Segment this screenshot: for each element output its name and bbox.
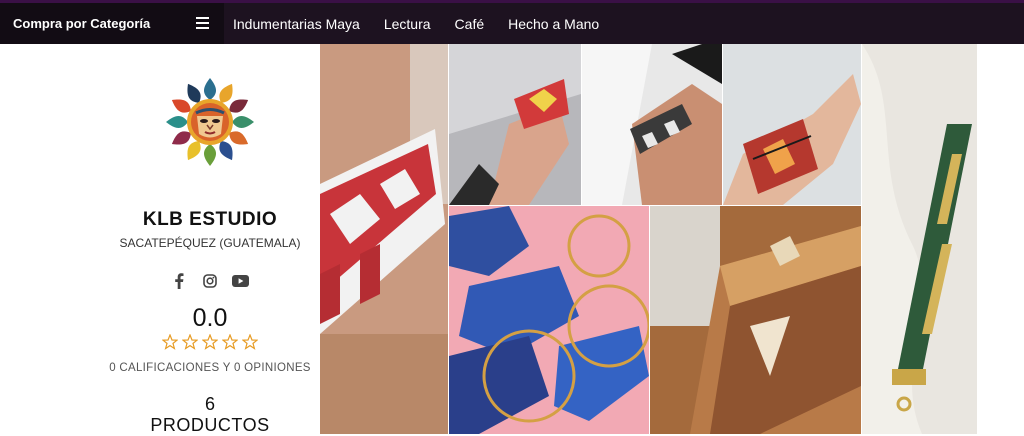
right-margin [977, 44, 1024, 434]
nav-link-hecho-a-mano[interactable]: Hecho a Mano [508, 16, 599, 32]
star-icon [182, 334, 198, 350]
beaded-bracelet-photo[interactable] [449, 44, 581, 205]
star-icon [202, 334, 218, 350]
beaded-earrings-photo[interactable] [449, 206, 649, 434]
star-icon [222, 334, 238, 350]
instagram-icon[interactable] [201, 272, 219, 290]
beaded-choker-photo[interactable] [320, 44, 448, 434]
fringe-necklace-photo[interactable] [650, 206, 861, 434]
store-profile-panel: KLB ESTUDIO SACATEPÉQUEZ (GUATEMALA) 0.0 [0, 0, 320, 435]
sun-mask-logo [166, 78, 254, 166]
woven-bracelet-photo[interactable] [582, 44, 722, 205]
nav-link-lectura[interactable]: Lectura [384, 16, 431, 32]
facebook-icon[interactable] [170, 272, 188, 290]
star-icon [162, 334, 178, 350]
store-image-gallery [320, 44, 977, 434]
star-icon [242, 334, 258, 350]
nav-link-cafe[interactable]: Café [455, 16, 485, 32]
rating-stars [162, 334, 258, 352]
beaded-strap-photo[interactable] [862, 44, 977, 434]
wrist-cuff-photo[interactable] [723, 44, 861, 205]
youtube-icon[interactable] [231, 272, 249, 290]
social-links [170, 272, 260, 290]
